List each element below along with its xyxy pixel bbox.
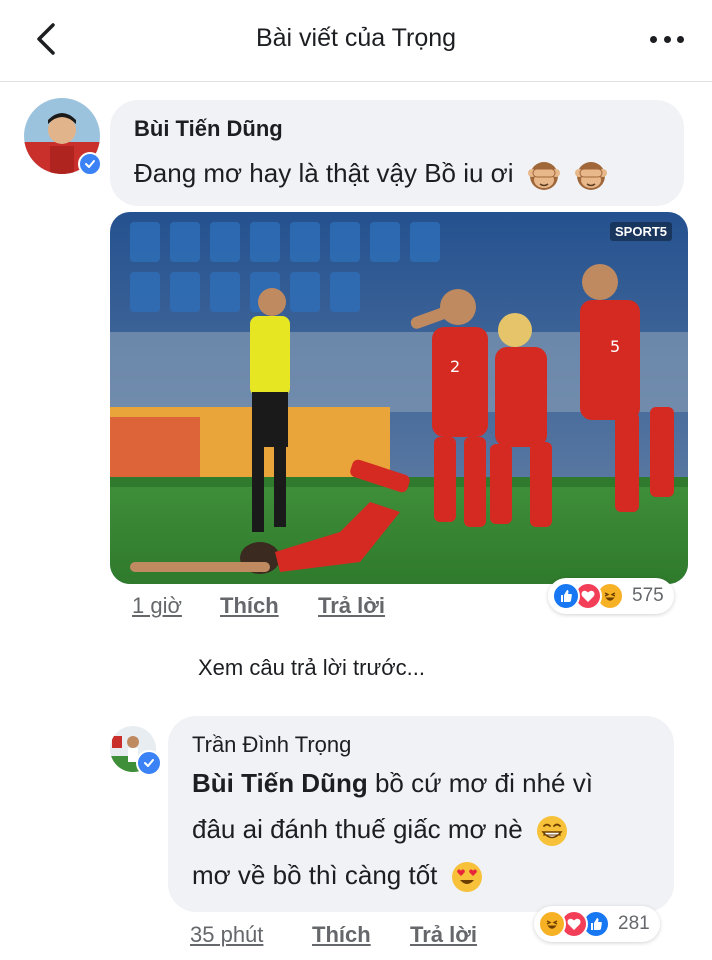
- reply-button[interactable]: Trả lời: [318, 593, 385, 619]
- reply-bubble[interactable]: Trần Đình Trọng Bùi Tiến Dũng bồ cứ mơ đ…: [168, 716, 674, 912]
- reply-text-body: đâu ai đánh thuế giấc mơ nè: [192, 814, 523, 844]
- reaction-count: 281: [618, 913, 650, 934]
- reply-text-line-3: mơ về bồ thì càng tốt: [192, 860, 483, 893]
- reply-text-rest: bồ cứ mơ đi nhé vì: [367, 768, 593, 798]
- reply-text-line-1: Bùi Tiến Dũng bồ cứ mơ đi nhé vì: [192, 768, 593, 799]
- reaction-count: 575: [632, 585, 664, 606]
- grinning-face-icon: [536, 816, 567, 847]
- avatar-tran-dinh-trong[interactable]: [110, 726, 162, 776]
- page-title: Bài viết của Trọng: [255, 24, 457, 52]
- reply-text-line-2: đâu ai đánh thuế giấc mơ nè: [192, 814, 568, 847]
- mention-link[interactable]: Bùi Tiến Dũng: [192, 768, 368, 798]
- see-no-evil-monkey-icon: [527, 162, 560, 191]
- view-previous-replies-link[interactable]: Xem câu trả lời trước...: [198, 655, 425, 681]
- comment-photo[interactable]: 2 5 SPORT5: [110, 212, 688, 584]
- comment-text: Đang mơ hay là thật vậy Bồ iu ơi: [134, 158, 608, 192]
- avatar-bui-tien-dung[interactable]: [24, 98, 102, 176]
- dot-icon: [650, 35, 657, 43]
- like-button[interactable]: Thích: [220, 593, 279, 619]
- photo-watermark: SPORT5: [609, 222, 672, 241]
- heart-eyes-icon: [451, 862, 482, 893]
- comment-text-body: Đang mơ hay là thật vậy Bồ iu ơi: [134, 158, 514, 188]
- haha-reaction-icon: [538, 910, 566, 938]
- comment-author[interactable]: Bùi Tiến Dũng: [134, 116, 283, 142]
- comment-bubble[interactable]: Bùi Tiến Dũng Đang mơ hay là thật vậy Bồ…: [110, 100, 684, 206]
- reaction-summary[interactable]: 281: [534, 906, 660, 942]
- football-celebration-image: 2 5: [110, 212, 688, 584]
- reply-text-body: mơ về bồ thì càng tốt: [192, 860, 438, 890]
- reply-author[interactable]: Trần Đình Trọng: [192, 732, 351, 758]
- verified-badge-icon: [78, 152, 102, 176]
- top-bar: Bài viết của Trọng: [0, 0, 712, 82]
- svg-text:5: 5: [610, 337, 620, 356]
- svg-text:2: 2: [450, 357, 460, 376]
- comment-time[interactable]: 1 giờ: [132, 593, 182, 619]
- more-options-button[interactable]: [650, 26, 684, 52]
- reply-button[interactable]: Trả lời: [410, 922, 477, 948]
- dot-icon: [663, 35, 671, 43]
- verified-badge-icon: [136, 750, 162, 776]
- see-no-evil-monkey-icon: [574, 162, 607, 191]
- like-reaction-icon: [552, 582, 580, 610]
- dot-icon: [677, 35, 684, 43]
- reaction-summary[interactable]: 575: [548, 578, 674, 614]
- reply-time[interactable]: 35 phút: [190, 922, 263, 948]
- like-button[interactable]: Thích: [312, 922, 371, 948]
